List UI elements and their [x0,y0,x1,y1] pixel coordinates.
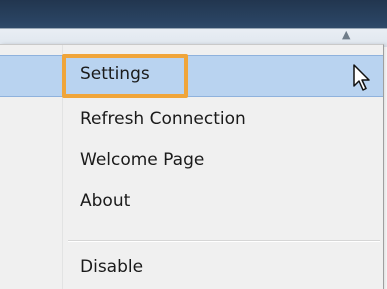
menu-item-settings[interactable]: Settings [0,55,383,97]
menu-item-label: Welcome Page [80,150,205,170]
menu-item-about[interactable]: About [0,183,383,223]
menu-item-label: Disable [80,257,144,277]
menu-item-label: About [80,191,131,211]
context-menu: Settings Refresh Connection Welcome Page… [0,44,384,289]
menu-item-refresh-connection[interactable]: Refresh Connection [0,101,383,141]
menu-item-label: Refresh Connection [80,109,246,129]
mouse-pointer-icon [353,64,370,91]
menu-item-disable[interactable]: Disable [0,249,383,289]
menu-item-welcome-page[interactable]: Welcome Page [0,142,383,182]
screen: ▲ Settings Refresh Connection Welcome Pa… [0,0,387,289]
highlight-annotation [62,54,188,98]
menu-separator [68,240,380,242]
pin-icon[interactable]: ▲ [342,29,352,40]
